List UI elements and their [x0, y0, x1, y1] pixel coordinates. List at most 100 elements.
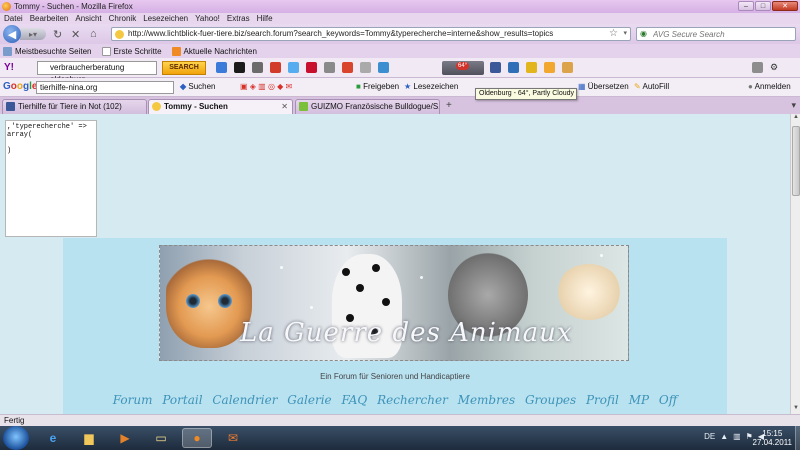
start-button[interactable]: [3, 426, 29, 450]
star-icon: ★: [404, 82, 414, 91]
yahoo-logo[interactable]: Y!: [4, 62, 14, 73]
box-icon[interactable]: [562, 62, 573, 73]
nav-profil[interactable]: Profil: [586, 393, 619, 407]
internet-explorer-icon[interactable]: e: [38, 428, 68, 448]
spot: [342, 268, 350, 276]
status-bar: Fertig: [0, 414, 800, 426]
close-tab-icon[interactable]: ✕: [281, 100, 288, 113]
bookmarks-bar: Meistbesuchte Seiten Erste Schritte Aktu…: [0, 44, 800, 58]
menu-hilfe[interactable]: Hilfe: [257, 13, 273, 24]
bookmarks-menu[interactable]: ★ Lesezeichen: [404, 82, 458, 91]
site-favicon: [115, 30, 124, 39]
rss-icon: [171, 46, 181, 56]
folder-window-icon[interactable]: ▭: [146, 428, 176, 448]
globe-icon[interactable]: [216, 62, 227, 73]
maximize-button[interactable]: □: [755, 1, 771, 11]
media-player-icon[interactable]: ▶: [110, 428, 140, 448]
page-icon[interactable]: [360, 62, 371, 73]
spot: [356, 284, 364, 292]
back-button[interactable]: ◀: [3, 25, 21, 43]
network-icon[interactable]: ▥: [733, 432, 741, 441]
google-search-button[interactable]: ◆ Suchen: [180, 82, 216, 91]
scroll-down-icon[interactable]: ▼: [791, 405, 800, 414]
vertical-scrollbar[interactable]: ▲ ▼: [790, 114, 800, 414]
menu-ansicht[interactable]: Ansicht: [75, 13, 101, 24]
show-desktop-button[interactable]: [795, 426, 800, 450]
weather-button[interactable]: 64°: [442, 61, 484, 75]
url-dropdown-icon[interactable]: ▾: [623, 29, 627, 37]
bookmark-aktuelle-nachrichten[interactable]: Aktuelle Nachrichten: [171, 46, 257, 56]
share-button[interactable]: ■ Freigeben: [356, 82, 399, 91]
nav-membres[interactable]: Membres: [458, 393, 515, 407]
clock[interactable]: 15:15 27.04.2011: [753, 429, 792, 447]
google-logo[interactable]: Google: [3, 81, 37, 92]
gmail-icon[interactable]: [342, 62, 353, 73]
home-icon[interactable]: ⌂: [90, 26, 97, 42]
bookmark-star-icon[interactable]: ☆: [609, 28, 618, 39]
nav-off[interactable]: Off: [659, 393, 677, 407]
firefox-taskbar-icon[interactable]: ●: [182, 428, 212, 448]
scroll-thumb[interactable]: [792, 126, 800, 196]
signin-button[interactable]: ● Anmelden: [748, 82, 791, 91]
nav-forum[interactable]: Forum: [113, 393, 153, 407]
mail-taskbar-icon[interactable]: ✉: [218, 428, 248, 448]
forum-navigation: Forum Portail Calendrier Galerie FAQ Rec…: [63, 393, 727, 407]
tab-tommy-suchen[interactable]: Tommy - Suchen ✕: [148, 99, 293, 114]
gear-icon[interactable]: ⚙: [770, 62, 781, 73]
new-tab-button[interactable]: +: [446, 100, 452, 111]
menu-chronik[interactable]: Chronik: [109, 13, 137, 24]
people-icon[interactable]: [508, 62, 519, 73]
minimize-button[interactable]: –: [738, 1, 754, 11]
messenger-icon[interactable]: [526, 62, 537, 73]
reload-icon[interactable]: ↻: [53, 26, 62, 42]
twitter-icon[interactable]: [288, 62, 299, 73]
tab-bar: Tierhilfe für Tiere in Not (102) Tommy -…: [0, 97, 800, 114]
menu-extras[interactable]: Extras: [227, 13, 250, 24]
translate-button[interactable]: ▦ Übersetzen: [578, 82, 629, 91]
forum-banner[interactable]: La Guerre des Animaux: [159, 245, 629, 361]
facebook-icon[interactable]: [490, 62, 501, 73]
windows-icon[interactable]: [252, 62, 263, 73]
menu-yahoo[interactable]: Yahoo!: [195, 13, 220, 24]
news-icon[interactable]: [306, 62, 317, 73]
yahoo-search-input[interactable]: verbraucherberatung oldenburg: [37, 61, 157, 84]
tab-tierhilfe[interactable]: Tierhilfe für Tiere in Not (102): [2, 99, 147, 114]
delicious-icon[interactable]: [234, 62, 245, 73]
nav-galerie[interactable]: Galerie: [287, 393, 331, 407]
url-bar[interactable]: http://www.lichtblick-fuer-tiere.biz/sea…: [111, 27, 631, 41]
nav-faq[interactable]: FAQ: [341, 393, 367, 407]
games-icon[interactable]: [544, 62, 555, 73]
nav-mp[interactable]: MP: [629, 393, 649, 407]
youtube-icon[interactable]: [270, 62, 281, 73]
autofill-button[interactable]: ✎ AutoFill: [634, 82, 669, 91]
menu-lesezeichen[interactable]: Lesezeichen: [143, 13, 188, 24]
search-input[interactable]: [653, 29, 783, 40]
explorer-folder-icon[interactable]: ▆: [74, 428, 104, 448]
search-bar[interactable]: ◉: [636, 27, 796, 41]
language-indicator[interactable]: DE: [704, 432, 715, 441]
clock-date: 27.04.2011: [752, 438, 792, 447]
stop-icon[interactable]: ✕: [71, 26, 80, 42]
forward-button[interactable]: ▸▾: [20, 28, 46, 40]
close-button[interactable]: ✕: [772, 1, 798, 11]
nav-rechercher[interactable]: Rechercher: [377, 393, 448, 407]
tab-guizmo[interactable]: GUIZMO Französische Bulldogue/S...: [295, 99, 440, 114]
scroll-up-icon[interactable]: ▲: [791, 114, 800, 123]
yahoo-search-button[interactable]: SEARCH: [162, 61, 206, 75]
nav-portail[interactable]: Portail: [162, 393, 202, 407]
bookmark-meistbesuchte[interactable]: Meistbesuchte Seiten: [3, 46, 92, 56]
search-engine-icon[interactable]: ◉: [640, 29, 647, 38]
google-search-input[interactable]: tierhilfe-nina.org: [36, 81, 174, 94]
bookmark-erste-schritte[interactable]: Erste Schritte: [101, 46, 162, 56]
menu-bearbeiten[interactable]: Bearbeiten: [30, 13, 69, 24]
options-icon[interactable]: [752, 62, 763, 73]
tools-icon[interactable]: [324, 62, 335, 73]
mail-icon[interactable]: [378, 62, 389, 73]
tray-arrow-icon[interactable]: ▲: [720, 432, 728, 441]
google-tool-icons[interactable]: ▣ ◈ ▥ ◎ ◆ ✉: [240, 82, 292, 91]
menu-datei[interactable]: Datei: [4, 13, 23, 24]
nav-groupes[interactable]: Groupes: [525, 393, 576, 407]
spot: [372, 264, 380, 272]
list-tabs-icon[interactable]: ▾: [791, 100, 796, 111]
nav-calendrier[interactable]: Calendrier: [212, 393, 277, 407]
